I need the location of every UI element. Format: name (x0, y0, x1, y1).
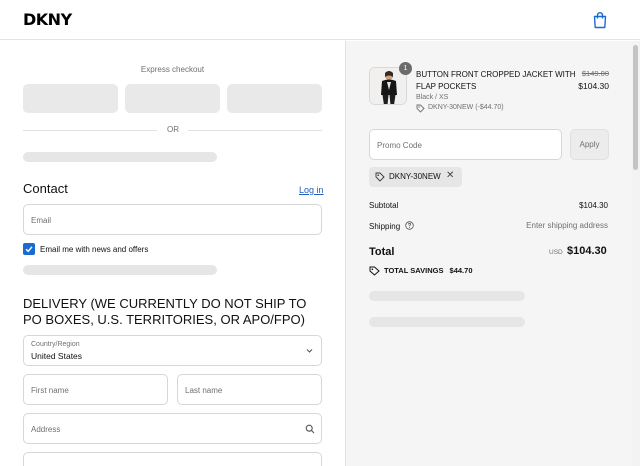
apply-button[interactable]: Apply (570, 129, 609, 160)
loading-placeholder (23, 265, 217, 275)
total-savings: TOTAL SAVINGS $44.70 (384, 266, 473, 275)
savings-tag-icon (369, 266, 380, 276)
header: DKNY (0, 0, 640, 40)
promo-placeholder: Promo Code (377, 141, 422, 150)
address-placeholder: Address (31, 425, 61, 434)
shopping-bag-icon[interactable] (592, 11, 608, 29)
product-name: BUTTON FRONT CROPPED JACKET WITH FLAP PO… (416, 70, 576, 91)
newsletter-label: Email me with news and offers (40, 245, 149, 254)
shipping-label: Shipping (369, 221, 415, 231)
total-value: $104.30 (567, 245, 607, 257)
original-price: $149.00 (581, 69, 609, 78)
divider (188, 130, 322, 131)
shipping-label-text: Shipping (369, 222, 401, 231)
last-name-placeholder: Last name (185, 386, 223, 395)
email-field[interactable]: Email (23, 204, 322, 235)
express-checkout-label: Express checkout (140, 65, 205, 74)
total-label: Total (369, 246, 395, 258)
apartment-field[interactable] (23, 452, 322, 466)
savings-label: TOTAL SAVINGS (384, 266, 444, 275)
product-discount-text: DKNY-30NEW (-$44.70) (428, 104, 504, 111)
check-icon (25, 246, 33, 253)
order-summary: 1 BUTTON FRONT CROPPED JACKET WITH FLAP … (345, 41, 632, 466)
scrollbar[interactable] (632, 41, 640, 466)
dkny-logo[interactable]: DKNY (23, 10, 72, 29)
country-value: United States (31, 351, 83, 361)
applied-code: DKNY-30NEW (389, 172, 441, 181)
chevron-down-icon (306, 349, 313, 353)
subtotal-value: $104.30 (579, 201, 608, 210)
address-field[interactable]: Address (23, 413, 322, 444)
login-link[interactable]: Log in (299, 185, 324, 195)
savings-value: $44.70 (449, 266, 473, 275)
country-select[interactable]: Country/Region United States (23, 335, 322, 366)
scrollbar-thumb[interactable] (633, 45, 638, 170)
or-separator: OR (167, 125, 179, 134)
applied-discount-chip: DKNY-30NEW ✕ (369, 167, 462, 187)
product-variant: Black / XS (416, 94, 449, 101)
express-pay-button[interactable] (227, 84, 322, 113)
promo-code-input[interactable]: Promo Code (369, 129, 562, 160)
newsletter-checkbox[interactable] (23, 243, 35, 255)
first-name-field[interactable]: First name (23, 374, 168, 405)
remove-discount-icon[interactable]: ✕ (446, 170, 454, 181)
delivery-title: DELIVERY (WE CURRENTLY DO NOT SHIP TO PO… (23, 296, 307, 327)
express-pay-button[interactable] (125, 84, 220, 113)
email-placeholder: Email (31, 216, 52, 225)
divider (23, 130, 157, 131)
loading-placeholder (23, 152, 217, 162)
tag-icon (375, 172, 385, 182)
first-name-placeholder: First name (31, 386, 69, 395)
loading-placeholder (369, 317, 525, 327)
contact-title: Contact (23, 181, 68, 196)
help-icon[interactable] (405, 221, 415, 230)
final-price: $104.30 (578, 81, 609, 91)
loading-placeholder (369, 291, 525, 301)
subtotal-label: Subtotal (369, 201, 399, 210)
total-currency: USD (549, 249, 563, 256)
checkout-form: Express checkout OR Contact Log in Email… (0, 41, 345, 466)
tag-icon (416, 104, 425, 113)
quantity-badge: 1 (399, 62, 412, 75)
last-name-field[interactable]: Last name (177, 374, 322, 405)
express-pay-button[interactable] (23, 84, 118, 113)
search-icon (305, 424, 315, 434)
shipping-value: Enter shipping address (526, 221, 608, 230)
country-label: Country/Region (31, 341, 80, 348)
product-discount: DKNY-30NEW (-$44.70) (416, 104, 504, 113)
